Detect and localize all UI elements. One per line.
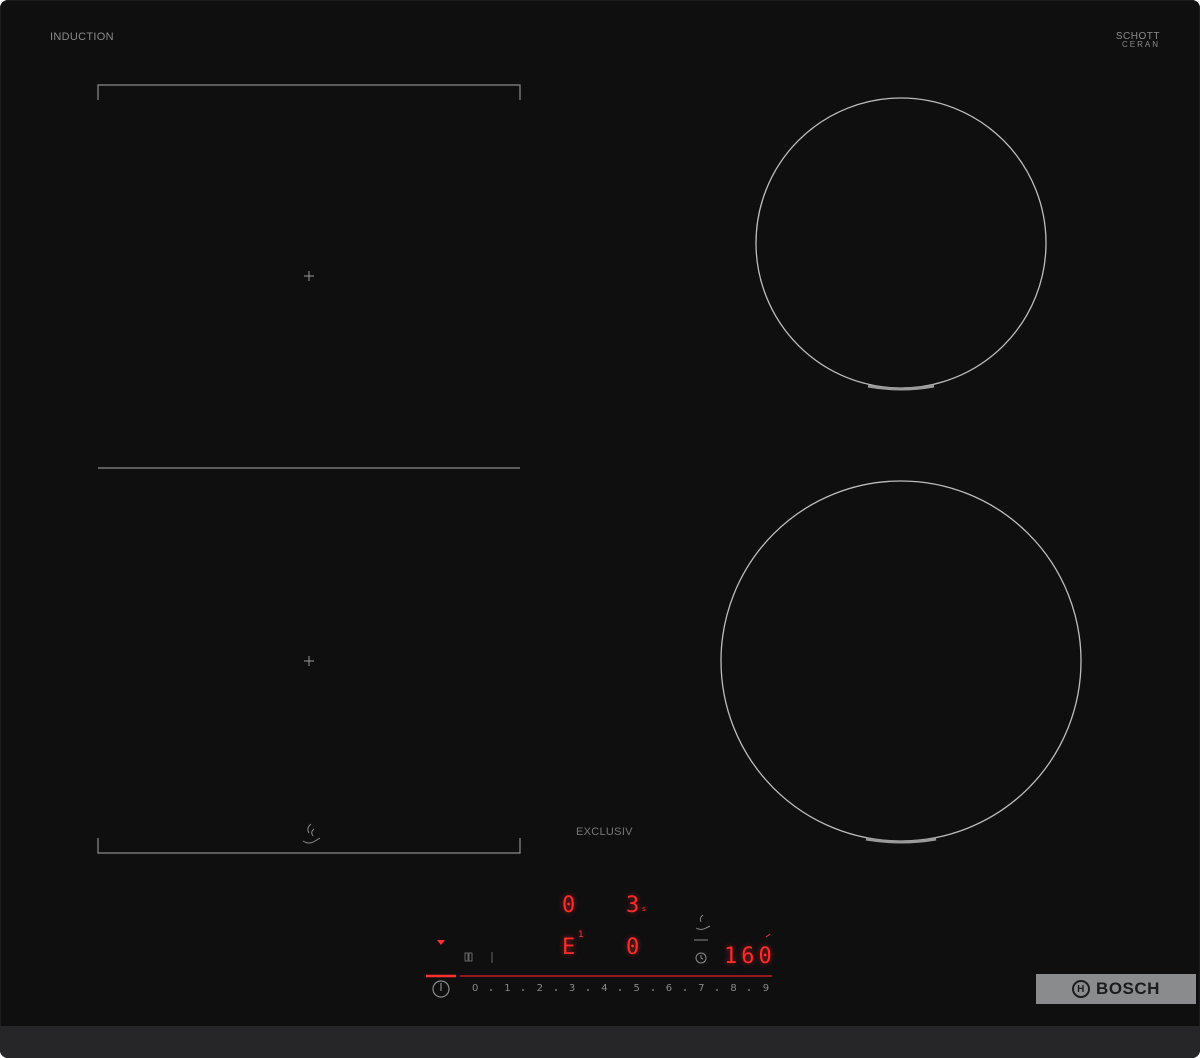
power-level-9[interactable]: 9 <box>763 983 769 994</box>
cooking-zone-rear-right <box>755 97 1047 389</box>
power-level-7[interactable]: 7 <box>698 983 704 994</box>
power-level-1[interactable]: 1 <box>504 983 510 994</box>
power-scale-dot <box>651 989 654 991</box>
display-mid-left: E <box>562 935 576 960</box>
power-level-0[interactable]: 0 <box>472 983 478 994</box>
display-top-left: 0 <box>562 893 576 918</box>
timer-display: 160 <box>724 944 776 969</box>
display-mid-left-sup: 1 <box>578 930 584 940</box>
brand-name: BOSCH <box>1096 979 1160 998</box>
ceran-label: CERAN <box>1121 40 1160 49</box>
flex-zone-front-marker <box>304 271 314 281</box>
power-scale-dot <box>554 989 557 991</box>
flex-zone-rear-marker <box>304 656 314 666</box>
power-level-5[interactable]: 5 <box>634 983 640 994</box>
power-scale-dot <box>683 989 686 991</box>
wifi-icon <box>437 940 445 945</box>
display-mid-center: 0 <box>626 935 640 960</box>
power-scale-dot <box>586 989 589 991</box>
function-icons <box>464 952 493 963</box>
display-top-right: 3 <box>626 893 640 918</box>
induction-cooktop: INDUCTION SCHOTT CERAN EXCLUSIV 0 3 s E … <box>0 0 1200 1058</box>
power-scale-dot <box>490 989 492 991</box>
power-level-2[interactable]: 2 <box>537 983 543 994</box>
pan-sensor-button[interactable] <box>690 912 712 942</box>
power-level-3[interactable]: 3 <box>569 983 575 994</box>
power-level-4[interactable]: 4 <box>601 983 607 994</box>
induction-sub-mark <box>50 48 52 54</box>
induction-label: INDUCTION <box>50 31 114 43</box>
exclusiv-label: EXCLUSIV <box>576 826 633 838</box>
flex-zone-outline <box>97 84 521 854</box>
bosch-logo-icon: H <box>1072 980 1091 998</box>
cooking-zone-front-right <box>720 480 1082 842</box>
display-top-right-suffix: s <box>642 905 646 913</box>
front-edge <box>0 1026 1200 1058</box>
timer-button[interactable] <box>690 948 712 968</box>
power-level-6[interactable]: 6 <box>666 983 672 994</box>
cooking-zones-graphic <box>97 84 1082 998</box>
power-level-8[interactable]: 8 <box>730 983 736 994</box>
power-button[interactable] <box>430 978 452 1000</box>
pan-icon <box>302 823 321 844</box>
bosch-badge: H BOSCH <box>1036 974 1196 1004</box>
